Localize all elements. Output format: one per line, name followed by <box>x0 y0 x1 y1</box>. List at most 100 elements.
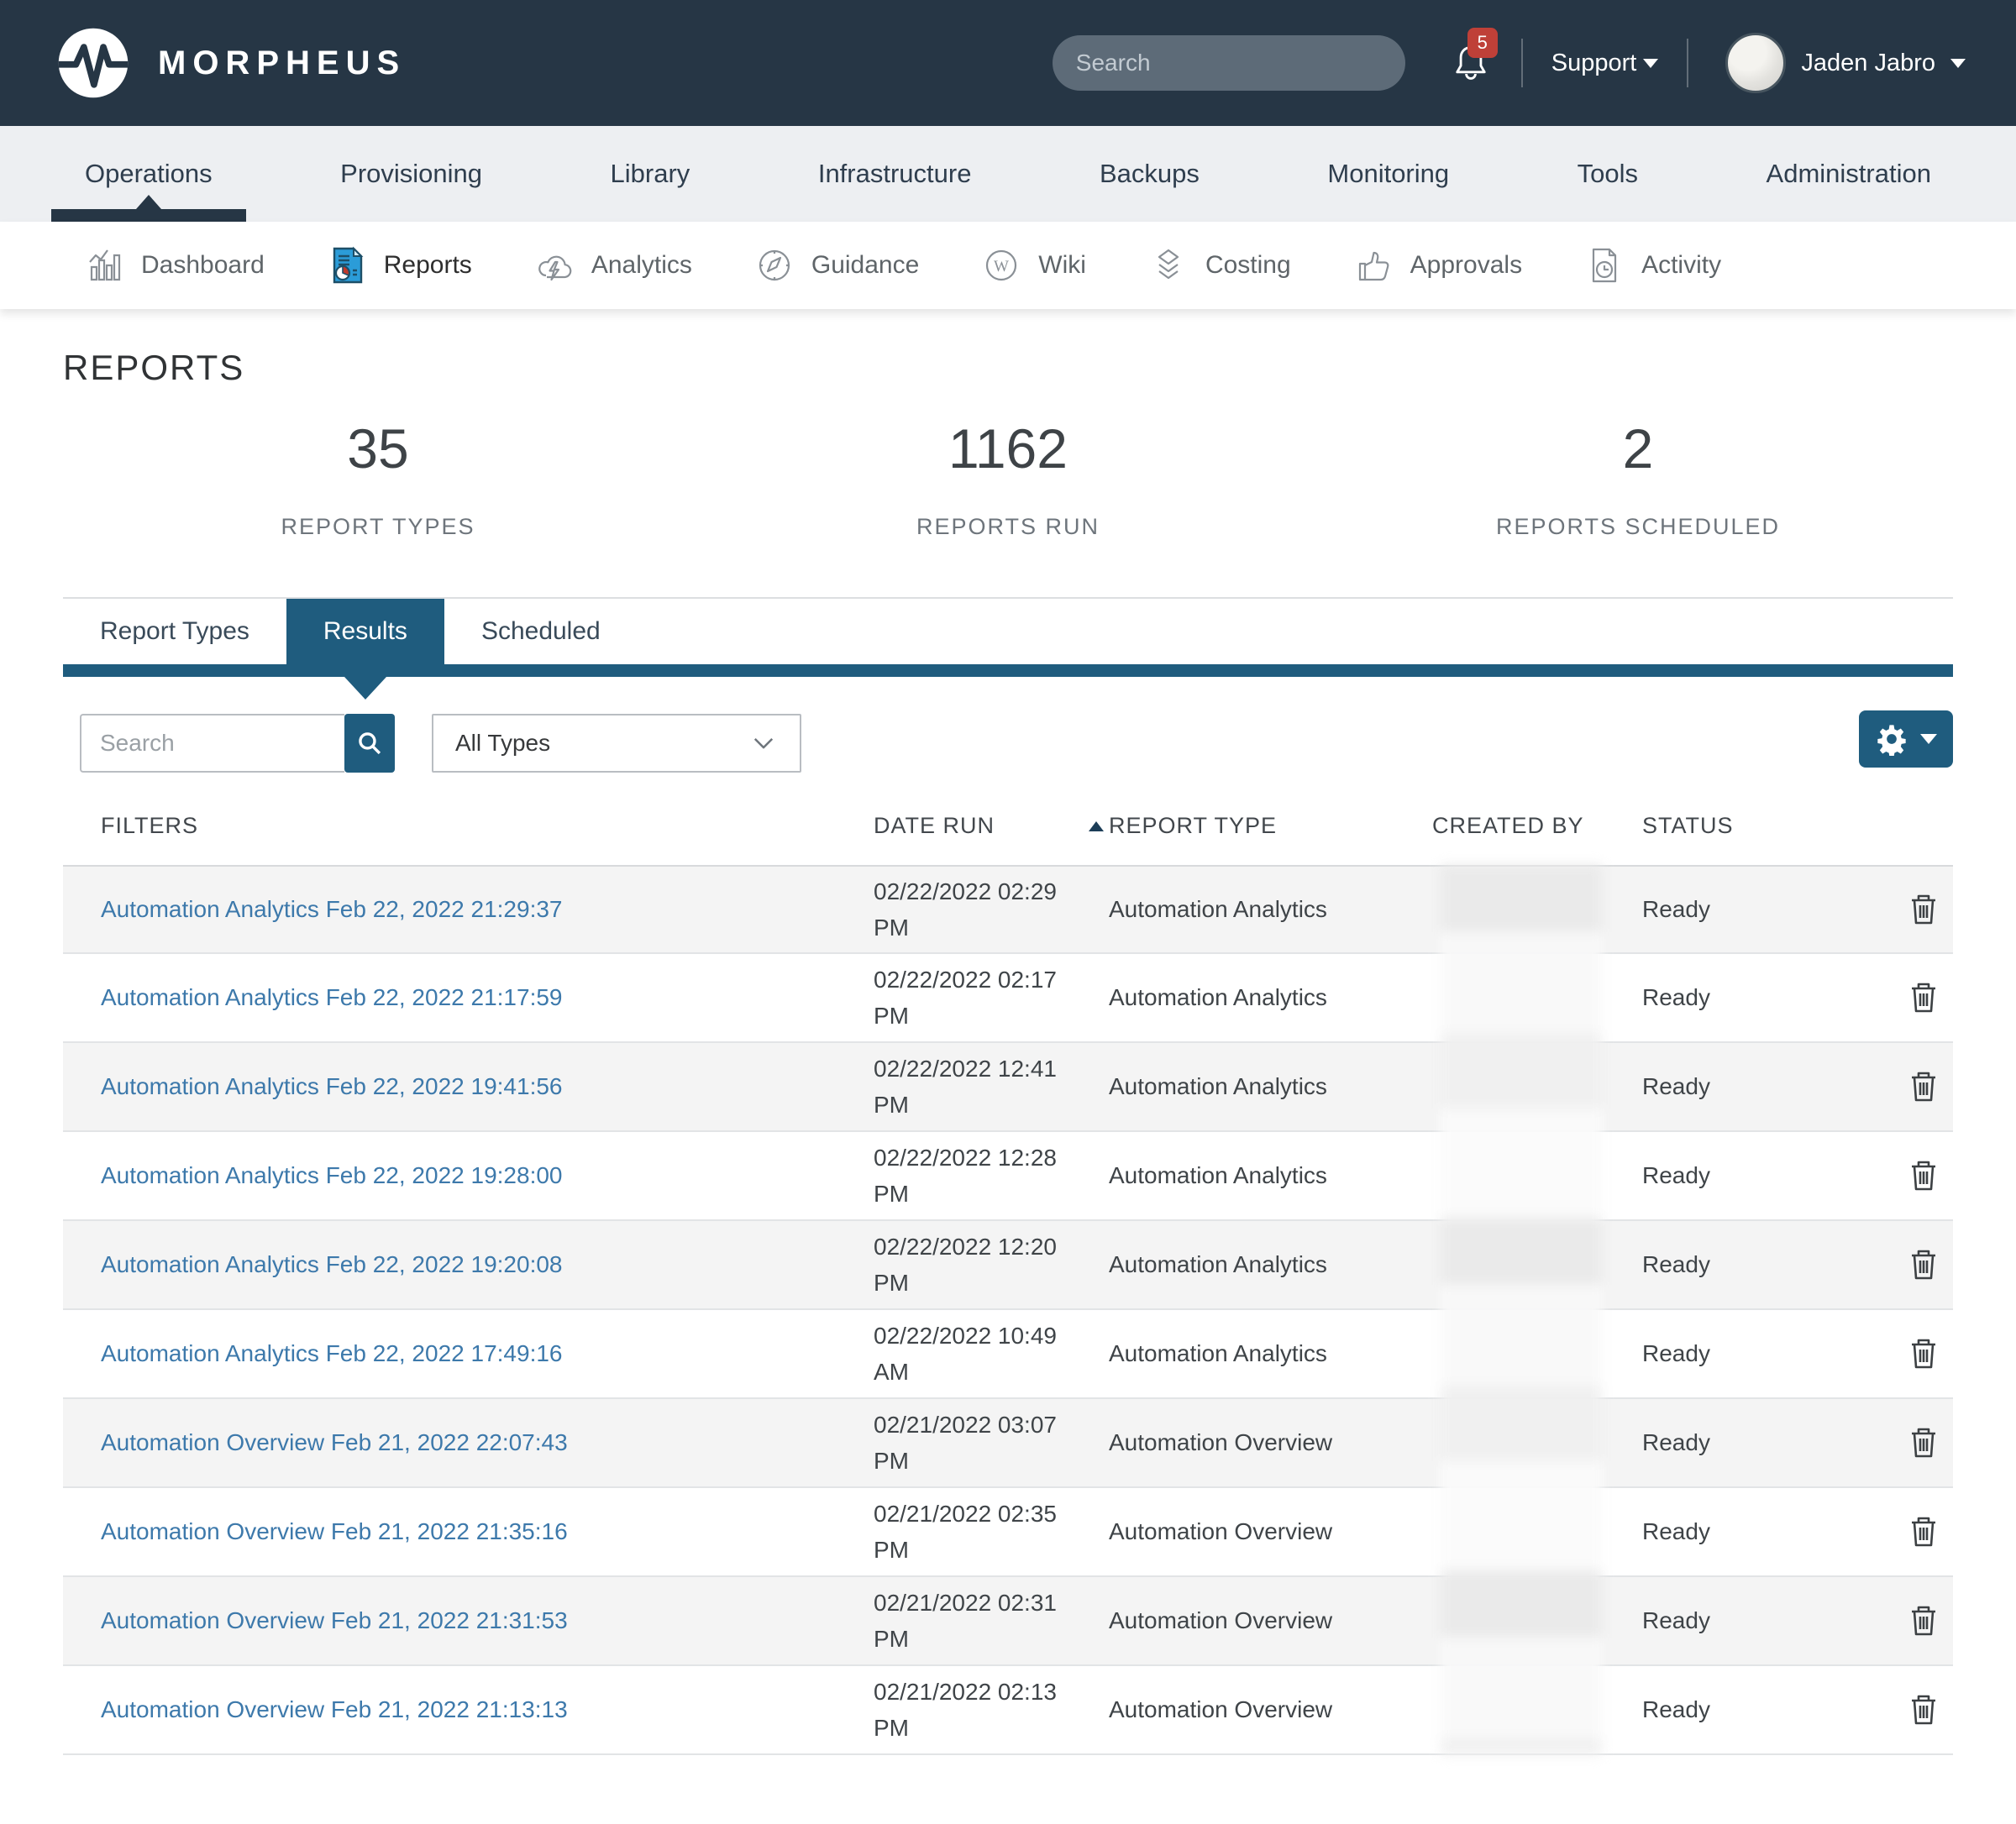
sub-nav-item-reports[interactable]: Reports <box>296 245 503 286</box>
main-nav-item-tools[interactable]: Tools <box>1572 126 1643 222</box>
main-nav: Operations Provisioning Library Infrastr… <box>0 126 2016 222</box>
report-result-link[interactable]: Automation Analytics Feb 22, 2022 19:20:… <box>101 1251 563 1277</box>
tab-report-types[interactable]: Report Types <box>63 599 286 664</box>
delete-icon[interactable] <box>1909 982 1938 1014</box>
main-nav-item-backups[interactable]: Backups <box>1095 126 1205 222</box>
report-result-link[interactable]: Automation Analytics Feb 22, 2022 17:49:… <box>101 1340 563 1366</box>
report-result-link[interactable]: Automation Overview Feb 21, 2022 21:31:5… <box>101 1607 568 1633</box>
report-result-link[interactable]: Automation Analytics Feb 22, 2022 19:41:… <box>101 1073 563 1099</box>
main-nav-item-operations[interactable]: Operations <box>80 126 218 222</box>
column-header-report-type[interactable]: REPORT TYPE <box>1109 813 1432 839</box>
table-row: Automation Analytics Feb 22, 2022 19:28:… <box>63 1132 1953 1221</box>
report-type-cell: Automation Analytics <box>1109 984 1432 1011</box>
report-result-link[interactable]: Automation Analytics Feb 22, 2022 21:17:… <box>101 984 563 1010</box>
delete-icon[interactable] <box>1909 1249 1938 1281</box>
sub-nav-item-activity[interactable]: Activity <box>1553 245 1752 286</box>
stat-block: 1162 REPORTS RUN <box>693 417 1323 540</box>
table-row: Automation Overview Feb 21, 2022 22:07:4… <box>63 1399 1953 1488</box>
results-search-input[interactable] <box>80 714 344 773</box>
status-cell: Ready <box>1642 1607 1894 1634</box>
report-type-cell: Automation Overview <box>1109 1518 1432 1545</box>
report-result-link[interactable]: Automation Overview Feb 21, 2022 21:13:1… <box>101 1696 568 1722</box>
dashboard-icon <box>84 245 124 286</box>
report-type-cell: Automation Analytics <box>1109 1340 1432 1367</box>
results-table: FILTERS DATE RUN REPORT TYPE CREATED BY … <box>63 806 1953 1755</box>
delete-icon[interactable] <box>1909 1605 1938 1637</box>
active-nav-arrow-icon <box>136 195 161 209</box>
column-header-filters[interactable]: FILTERS <box>63 813 874 839</box>
delete-icon[interactable] <box>1909 1338 1938 1370</box>
type-filter-select[interactable]: All Types <box>432 714 801 773</box>
results-table-header: FILTERS DATE RUN REPORT TYPE CREATED BY … <box>63 806 1953 865</box>
delete-icon[interactable] <box>1909 1427 1938 1459</box>
table-row: Automation Overview Feb 21, 2022 21:13:1… <box>63 1666 1953 1755</box>
notifications-button[interactable]: 5 <box>1449 41 1493 85</box>
wiki-icon <box>981 245 1021 286</box>
chevron-down-icon <box>1643 59 1658 68</box>
sub-nav-item-approvals[interactable]: Approvals <box>1322 245 1553 286</box>
gear-icon <box>1875 722 1908 756</box>
tab-scheduled[interactable]: Scheduled <box>444 599 638 664</box>
stat-label: REPORTS RUN <box>693 514 1323 540</box>
support-menu[interactable]: Support <box>1551 50 1659 77</box>
stat-label: REPORTS SCHEDULED <box>1323 514 1953 540</box>
table-row: Automation Analytics Feb 22, 2022 21:17:… <box>63 954 1953 1043</box>
status-cell: Ready <box>1642 1696 1894 1723</box>
date-run-cell: 02/21/2022 02:35 PM <box>874 1496 1109 1569</box>
search-icon <box>355 729 384 757</box>
active-nav-indicator <box>51 209 246 222</box>
report-result-link[interactable]: Automation Overview Feb 21, 2022 22:07:4… <box>101 1429 568 1455</box>
sub-nav-item-analytics[interactable]: Analytics <box>503 245 723 286</box>
notification-badge: 5 <box>1467 28 1498 58</box>
status-cell: Ready <box>1642 1429 1894 1456</box>
sort-asc-icon <box>1089 821 1104 831</box>
column-header-date-run[interactable]: DATE RUN <box>874 813 1109 839</box>
date-run-cell: 02/22/2022 02:17 PM <box>874 962 1109 1035</box>
delete-icon[interactable] <box>1909 1071 1938 1103</box>
column-header-status[interactable]: STATUS <box>1642 813 1894 839</box>
user-name: Jaden Jabro <box>1801 50 1935 77</box>
status-cell: Ready <box>1642 1251 1894 1278</box>
status-cell: Ready <box>1642 896 1894 923</box>
report-tabs: Report Types Results Scheduled <box>63 599 1953 664</box>
settings-dropdown-button[interactable] <box>1859 710 1953 768</box>
status-cell: Ready <box>1642 1073 1894 1100</box>
results-search-button[interactable] <box>344 714 395 773</box>
tab-results[interactable]: Results <box>286 599 444 664</box>
date-run-cell: 02/22/2022 02:29 PM <box>874 873 1109 946</box>
delete-icon[interactable] <box>1909 1694 1938 1726</box>
main-nav-item-library[interactable]: Library <box>606 126 696 222</box>
stat-block: 35 REPORT TYPES <box>63 417 693 540</box>
status-cell: Ready <box>1642 1340 1894 1367</box>
table-row: Automation Analytics Feb 22, 2022 21:29:… <box>63 865 1953 954</box>
delete-icon[interactable] <box>1909 1160 1938 1192</box>
report-result-link[interactable]: Automation Analytics Feb 22, 2022 19:28:… <box>101 1162 563 1188</box>
report-type-cell: Automation Analytics <box>1109 896 1432 923</box>
morpheus-logo-icon[interactable] <box>57 27 129 99</box>
report-type-cell: Automation Overview <box>1109 1429 1432 1456</box>
main-nav-item-administration[interactable]: Administration <box>1761 126 1936 222</box>
chevron-down-icon <box>1950 59 1966 68</box>
header-divider <box>1521 39 1523 87</box>
sub-nav-item-guidance[interactable]: Guidance <box>723 245 950 286</box>
delete-icon[interactable] <box>1909 894 1938 925</box>
main-nav-item-monitoring[interactable]: Monitoring <box>1322 126 1454 222</box>
table-row: Automation Overview Feb 21, 2022 21:31:5… <box>63 1577 1953 1666</box>
global-search-input[interactable] <box>1076 50 1379 76</box>
sub-nav-item-costing[interactable]: Costing <box>1117 245 1322 286</box>
report-result-link[interactable]: Automation Analytics Feb 22, 2022 21:29:… <box>101 896 563 922</box>
report-result-link[interactable]: Automation Overview Feb 21, 2022 21:35:1… <box>101 1518 568 1544</box>
sub-nav-item-dashboard[interactable]: Dashboard <box>84 245 296 286</box>
user-menu[interactable]: Jaden Jabro <box>1725 33 1966 93</box>
global-search[interactable] <box>1053 35 1405 91</box>
column-header-created-by[interactable]: CREATED BY <box>1432 813 1642 839</box>
header-divider <box>1687 39 1688 87</box>
page-title: REPORTS <box>63 348 1953 388</box>
main-nav-item-provisioning[interactable]: Provisioning <box>335 126 487 222</box>
brand-name: MORPHEUS <box>158 45 406 82</box>
main-nav-item-infrastructure[interactable]: Infrastructure <box>813 126 977 222</box>
date-run-cell: 02/22/2022 12:28 PM <box>874 1140 1109 1213</box>
sub-nav-item-wiki[interactable]: Wiki <box>950 245 1117 286</box>
delete-icon[interactable] <box>1909 1516 1938 1548</box>
costing-icon <box>1148 245 1189 286</box>
